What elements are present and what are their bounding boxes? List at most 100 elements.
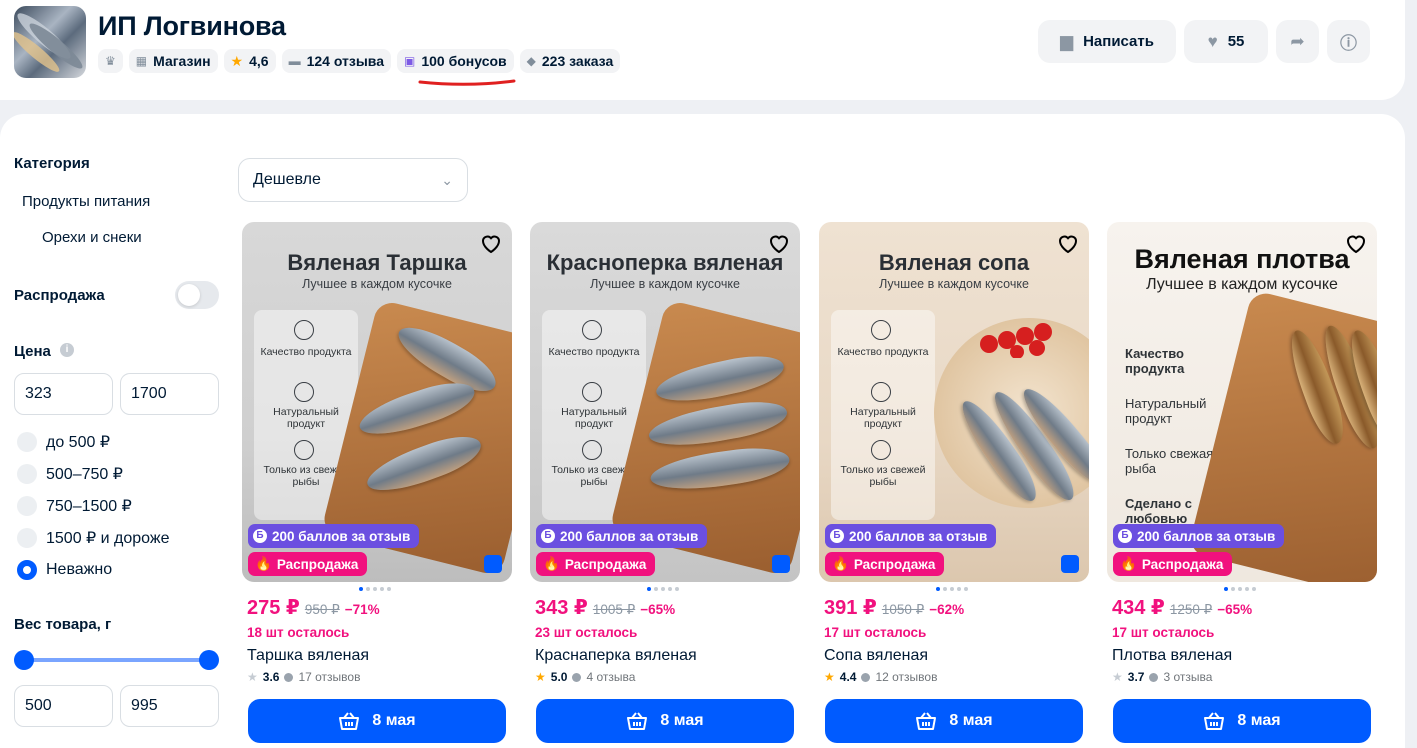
price-option-over-1500[interactable]: 1500 ₽ и дороже: [17, 528, 170, 548]
favorite-heart-icon[interactable]: [1056, 231, 1080, 255]
bonus-icon: Б: [541, 529, 555, 543]
price-option-any[interactable]: Неважно: [17, 560, 112, 580]
star-icon: ★: [1112, 670, 1123, 684]
box-icon: ◆: [526, 54, 536, 68]
product-rating: ★ 3.7 3 отзыва: [1112, 670, 1212, 684]
price-from-input[interactable]: 323: [14, 373, 113, 415]
sale-badge: 🔥 Распродажа: [1113, 552, 1233, 576]
reviews-count[interactable]: 17 отзывов: [298, 670, 360, 684]
shop-header: ИП Логвинова ♛ ▦ Магазин ★ 4,6 ▬ 124 отзыва…: [0, 0, 1405, 100]
old-price: 1250 ₽: [1169, 602, 1213, 617]
product-card[interactable]: Красноперка вяленая Лучшее в каждом кусо…: [530, 222, 800, 748]
slider-max-handle[interactable]: [199, 650, 219, 670]
weight-from-input[interactable]: 500: [14, 685, 113, 727]
reviews-chip[interactable]: ▬ 124 отзыва: [281, 49, 392, 73]
star-icon: ★: [824, 670, 835, 684]
feature-text: Натуральный продукт: [1125, 396, 1207, 426]
weight-title: Вес товара, г: [14, 616, 112, 633]
rating-label: 4,6: [249, 53, 269, 69]
favorite-heart-icon[interactable]: [1344, 231, 1368, 255]
reviews-label: 124 отзыва: [306, 53, 385, 69]
stock-left: 23 шт осталось: [535, 625, 638, 640]
product-name[interactable]: Сопа вяленая: [824, 647, 928, 665]
discount: −71%: [344, 602, 380, 617]
price-option-label: до 500 ₽: [46, 434, 110, 451]
bonus-icon: Б: [830, 529, 844, 543]
image-subtitle: Лучшее в каждом кусочке: [879, 277, 1029, 291]
shop-logo[interactable]: [14, 6, 86, 78]
sort-select[interactable]: Дешевле ⌄: [238, 158, 468, 202]
price-row: 391 ₽ 1050 ₽ −62%: [824, 595, 964, 620]
sale-toggle[interactable]: [175, 281, 219, 309]
info-button[interactable]: ⓘ: [1327, 20, 1370, 63]
write-label: Написать: [1083, 33, 1154, 50]
bonus-badge: Б 200 баллов за отзыв: [1113, 524, 1285, 548]
sale-badge: 🔥 Распродажа: [536, 552, 656, 576]
fish-icon: [582, 440, 602, 460]
feature-text: Натуральный продукт: [273, 406, 339, 430]
leaf-icon: [582, 382, 602, 402]
discount: −65%: [640, 602, 676, 617]
ozon-logo-icon: [772, 555, 790, 573]
verified-chip[interactable]: ♛: [98, 49, 123, 73]
product-card[interactable]: Вяленая Таршка Лучшее в каждом кусочке К…: [242, 222, 512, 748]
radio-selected-icon: [17, 560, 37, 580]
favorite-heart-icon[interactable]: [767, 231, 791, 255]
basket-icon: [627, 712, 648, 730]
sale-filter-label: Распродажа: [14, 287, 105, 304]
current-price: 434 ₽: [1112, 597, 1165, 619]
bonus-badge-label: 200 баллов за отзыв: [849, 528, 988, 544]
product-card[interactable]: Вяленая сопа Лучшее в каждом кусочке Кач…: [819, 222, 1089, 748]
info-icon[interactable]: i: [60, 343, 74, 357]
basket-icon: [916, 712, 937, 730]
sale-badge: 🔥 Распродажа: [248, 552, 368, 576]
reviews-count[interactable]: 4 отзыва: [586, 670, 635, 684]
reviews-count[interactable]: 3 отзыва: [1163, 670, 1212, 684]
bonuses-chip[interactable]: ▣ 100 бонусов: [397, 49, 514, 73]
add-to-cart-button[interactable]: 8 мая: [248, 699, 506, 743]
product-name[interactable]: Плотва вяленая: [1112, 647, 1232, 665]
product-image[interactable]: Вяленая плотва Лучшее в каждом кусочке К…: [1107, 222, 1377, 582]
product-name[interactable]: Краснаперка вяленая: [535, 647, 697, 665]
image-subtitle: Лучшее в каждом кусочке: [1146, 276, 1338, 293]
header-actions: ▆ Написать ♥ 55 ➦ ⓘ: [1038, 20, 1370, 63]
product-image[interactable]: Красноперка вяленая Лучшее в каждом кусо…: [530, 222, 800, 582]
image-title: Вяленая сопа: [878, 250, 1030, 275]
product-card[interactable]: Вяленая плотва Лучшее в каждом кусочке К…: [1107, 222, 1377, 748]
shop-type-label: Магазин: [153, 53, 211, 69]
favorite-heart-icon[interactable]: [479, 231, 503, 255]
share-button[interactable]: ➦: [1276, 20, 1319, 63]
heart-icon: ♥: [1207, 31, 1218, 51]
sale-badge-label: Распродажа: [1141, 556, 1224, 572]
weight-range-slider[interactable]: [14, 650, 219, 670]
write-button[interactable]: ▆ Написать: [1038, 20, 1176, 63]
sale-badge: 🔥 Распродажа: [825, 552, 945, 576]
product-rating: ★ 4.4 12 отзывов: [824, 670, 937, 684]
add-to-cart-button[interactable]: 8 мая: [536, 699, 794, 743]
rating-chip[interactable]: ★ 4,6: [223, 49, 276, 73]
slider-min-handle[interactable]: [14, 650, 34, 670]
product-image[interactable]: Вяленая Таршка Лучшее в каждом кусочке К…: [242, 222, 512, 582]
reviews-count[interactable]: 12 отзывов: [875, 670, 937, 684]
add-to-cart-button[interactable]: 8 мая: [825, 699, 1083, 743]
category-nuts-snacks[interactable]: Орехи и снеки: [42, 229, 142, 246]
category-food[interactable]: Продукты питания: [22, 193, 150, 210]
weight-to-input[interactable]: 995: [120, 685, 219, 727]
favorite-shop-button[interactable]: ♥ 55: [1184, 20, 1268, 63]
basket-icon: [1204, 712, 1225, 730]
fish-icon: [294, 440, 314, 460]
orders-chip[interactable]: ◆ 223 заказа: [519, 49, 621, 73]
old-price: 1005 ₽: [592, 602, 636, 617]
price-option-750-1500[interactable]: 750–1500 ₽: [17, 496, 132, 516]
price-to-input[interactable]: 1700: [120, 373, 219, 415]
shop-type-chip[interactable]: ▦ Магазин: [128, 49, 218, 73]
price-option-under-500[interactable]: до 500 ₽: [17, 432, 110, 452]
info-icon: ⓘ: [1340, 34, 1357, 53]
add-to-cart-button[interactable]: 8 мая: [1113, 699, 1371, 743]
price-option-500-750[interactable]: 500–750 ₽: [17, 464, 123, 484]
product-image[interactable]: Вяленая сопа Лучшее в каждом кусочке Кач…: [819, 222, 1089, 582]
product-rating: ★ 5.0 4 отзыва: [535, 670, 635, 684]
product-name[interactable]: Таршка вяленая: [247, 647, 369, 665]
old-price: 950 ₽: [304, 602, 340, 617]
price-row: 434 ₽ 1250 ₽ −65%: [1112, 595, 1252, 620]
